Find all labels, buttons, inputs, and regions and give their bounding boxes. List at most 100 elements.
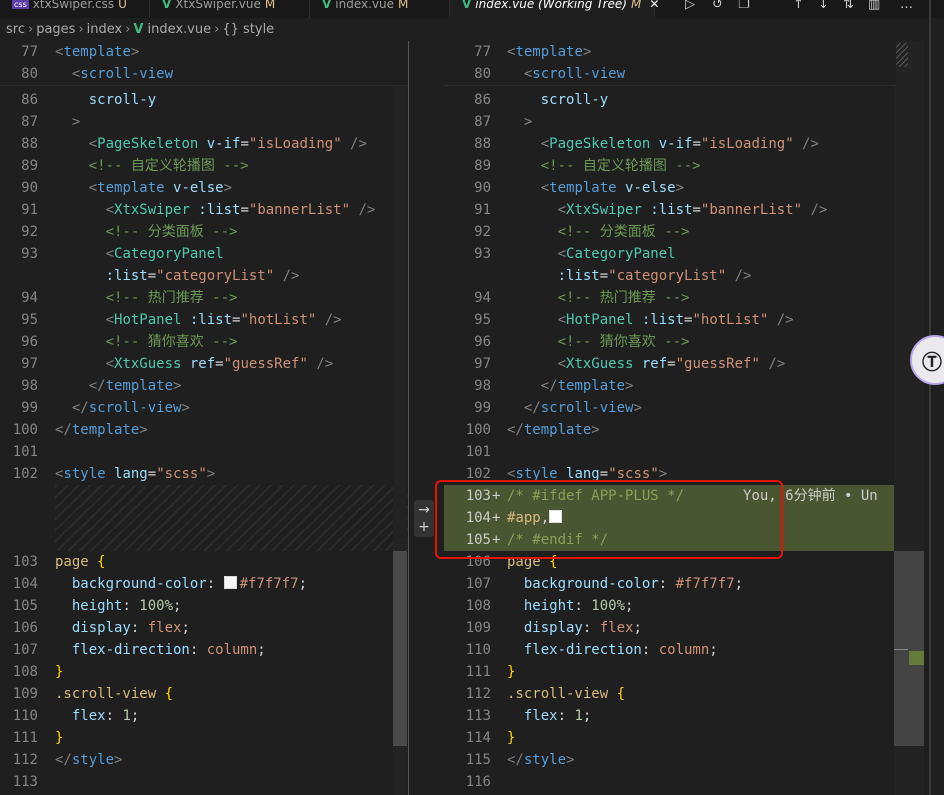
- line-number: 98: [474, 378, 491, 394]
- code-token: HotPanel: [114, 312, 182, 328]
- left-scrollbar[interactable]: [393, 41, 407, 795]
- code-token: v-else: [616, 180, 676, 196]
- code-token: </: [55, 378, 106, 394]
- code-line: 89 <!-- 自定义轮播图 -->: [0, 155, 408, 177]
- code-text: :list="categoryList" />: [55, 265, 300, 287]
- breadcrumb-item[interactable]: pages: [36, 22, 75, 37]
- code-token: XtxGuess: [566, 356, 634, 372]
- next-change-icon[interactable]: ↓: [818, 0, 829, 12]
- tab-label: XtxSwiper.vue: [175, 0, 261, 11]
- close-icon[interactable]: ✕: [649, 0, 659, 11]
- code-token: :: [641, 642, 659, 658]
- code-token: {: [156, 686, 174, 702]
- code-token: :list: [189, 202, 241, 218]
- line-number: 104: [12, 576, 38, 592]
- breadcrumb-item[interactable]: index.vue: [147, 22, 211, 37]
- breadcrumb-item[interactable]: src: [6, 22, 25, 37]
- code-token: "guessRef": [675, 356, 760, 372]
- code-token: :: [122, 598, 140, 614]
- open-file-icon[interactable]: ❐: [738, 0, 750, 12]
- code-line: 90 <template v-else>: [0, 177, 408, 199]
- code-token: scroll-view: [532, 66, 626, 82]
- line-number: 109: [465, 620, 491, 636]
- code-token: :list: [55, 268, 148, 284]
- right-overview-ruler[interactable]: [894, 41, 924, 795]
- history-icon[interactable]: ↺: [712, 0, 723, 12]
- run-icon[interactable]: ▷: [685, 0, 695, 12]
- tab-0[interactable]: css xtxSwiper.css U: [0, 0, 150, 18]
- line-number: 88: [474, 136, 491, 152]
- code-token: scroll-view: [88, 400, 182, 416]
- code-token: scroll-view: [80, 66, 174, 82]
- code-token: "guessRef": [223, 356, 308, 372]
- modified-editor-pane[interactable]: 77 <template> 80 <scroll-view 86 scroll-y 87…: [444, 41, 896, 795]
- breadcrumb-item[interactable]: index: [87, 22, 123, 37]
- code-token: PageSkeleton: [97, 136, 199, 152]
- code-token: >: [566, 752, 575, 768]
- line-number: 100: [12, 422, 38, 438]
- code-token: </: [507, 400, 541, 416]
- line-number: 108: [12, 664, 38, 680]
- code-line: 107 flex-direction: column;: [0, 639, 408, 661]
- code-line: 87 >: [444, 111, 896, 133]
- breadcrumb-item[interactable]: {} style: [222, 22, 274, 37]
- code-token: XtxGuess: [114, 356, 182, 372]
- code-text: <XtxGuess ref="guessRef" />: [507, 353, 786, 375]
- code-text: </style>: [507, 749, 574, 771]
- code-token: :: [206, 576, 224, 592]
- original-editor-pane[interactable]: 77 <template> 80 <scroll-view 86 scroll-y 87…: [0, 41, 408, 795]
- code-line: 86 scroll-y: [0, 89, 408, 111]
- tab-status: M: [630, 0, 642, 11]
- code-token: "bannerList": [700, 202, 803, 218]
- code-line: 87 >: [0, 111, 408, 133]
- code-token: flex: [599, 620, 634, 636]
- code-line: 108}: [0, 661, 408, 683]
- prev-change-icon[interactable]: ↑: [793, 0, 804, 12]
- diff-gutter: [408, 41, 444, 795]
- code-text: background-color: #f7f7f7;: [507, 573, 743, 595]
- code-line: 92 <!-- 分类面板 -->: [444, 221, 896, 243]
- tab-label: index.vue: [335, 0, 395, 11]
- code-line: 90 <template v-else>: [444, 177, 896, 199]
- code-line: 86 scroll-y: [444, 89, 896, 111]
- tab-3[interactable]: Vindex.vue (Working Tree) M ✕: [450, 0, 659, 18]
- code-token: HotPanel: [566, 312, 634, 328]
- chevron-right-icon: ›: [27, 22, 34, 37]
- line-number: 92: [21, 224, 38, 240]
- code-token: >: [114, 752, 123, 768]
- breadcrumb: src › pages › index › Vindex.vue ›{} style: [0, 19, 944, 41]
- code-token: </: [507, 378, 558, 394]
- diff-filler: [55, 529, 408, 551]
- left-scrollbar-thumb[interactable]: [393, 551, 407, 746]
- overview-cursor-line: [894, 649, 908, 650]
- code-line: 105 height: 100%;: [0, 595, 408, 617]
- code-text: <!-- 热门推荐 -->: [507, 287, 690, 309]
- line-number: 87: [474, 114, 491, 130]
- overview-added-marker: [909, 651, 924, 665]
- code-line: 80 <scroll-view: [444, 63, 896, 85]
- code-token: >: [507, 114, 533, 130]
- stage-plus-icon[interactable]: +: [414, 517, 434, 537]
- code-token: <!-- 自定义轮播图 -->: [507, 158, 701, 174]
- line-number: 97: [21, 356, 38, 372]
- code-text: <scroll-view: [507, 63, 625, 85]
- split-icon[interactable]: ▥: [868, 0, 880, 12]
- tab-status: M: [264, 0, 276, 11]
- more-icon[interactable]: …: [900, 0, 913, 12]
- line-number: 107: [12, 642, 38, 658]
- line-number: 111: [465, 664, 491, 680]
- code-token: >: [181, 400, 190, 416]
- code-token: />: [802, 202, 828, 218]
- code-text: <template v-else>: [55, 177, 232, 199]
- code-token: scroll-y: [507, 92, 609, 108]
- code-token: display: [507, 620, 583, 636]
- line-number: 98: [21, 378, 38, 394]
- code-line: 101: [0, 441, 408, 463]
- tab-1[interactable]: V XtxSwiper.vue M: [150, 0, 310, 18]
- code-token: =: [667, 356, 676, 372]
- tab-2[interactable]: Vindex.vue M: [310, 0, 450, 18]
- code-text: }: [55, 661, 63, 683]
- code-token: ;: [734, 576, 744, 592]
- toggle-icon[interactable]: ⇅: [843, 0, 854, 12]
- sticky-scroll-header: 77 <template> 80 <scroll-view: [444, 41, 896, 86]
